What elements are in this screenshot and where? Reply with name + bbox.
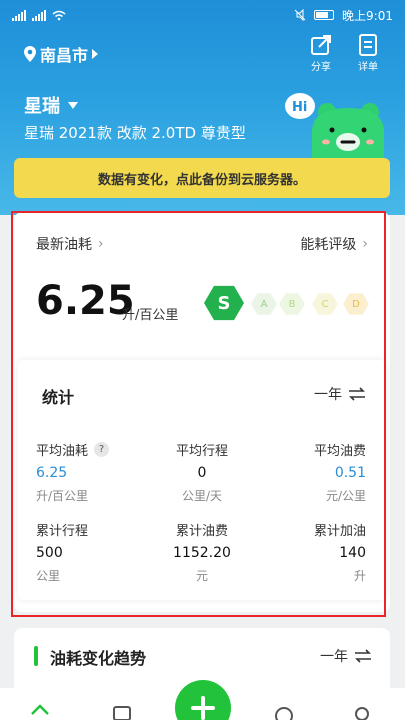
stat-value: 0 bbox=[197, 465, 207, 481]
stat-unit: 公里/天 bbox=[181, 489, 223, 503]
statistics-title: 统计 bbox=[42, 388, 75, 407]
grade-c: C bbox=[312, 293, 338, 315]
top-bar: 南昌市 分享 详单 bbox=[0, 30, 405, 76]
location-pin-icon bbox=[24, 46, 36, 62]
detail-label: 详单 bbox=[358, 62, 378, 73]
car-name: 星瑞 bbox=[24, 96, 60, 117]
grade-badge-b: B bbox=[279, 292, 305, 316]
stat-label: 累计油费 bbox=[175, 524, 228, 539]
latest-fuel-link[interactable]: 最新油耗 › bbox=[36, 234, 104, 254]
records-icon[interactable] bbox=[112, 704, 132, 720]
detail-button[interactable]: 详单 bbox=[348, 34, 388, 73]
backup-banner[interactable]: 数据有变化，点此备份到云服务器。 bbox=[14, 158, 390, 198]
statistics-period-label: 一年 bbox=[314, 387, 342, 403]
battery-icon bbox=[314, 10, 335, 20]
status-time: 晚上9:01 bbox=[342, 8, 393, 23]
stat-avg-fuel: 平均油耗? 6.25 升/百公里 bbox=[36, 440, 156, 504]
trend-period-label: 一年 bbox=[320, 649, 348, 665]
grade-a: A bbox=[251, 293, 277, 315]
stat-avg-trip: 平均行程 0 公里/天 bbox=[142, 440, 262, 504]
stat-unit: 公里 bbox=[36, 569, 61, 583]
stat-total-cost: 累计油费 1152.20 元 bbox=[142, 520, 262, 584]
stat-label: 累计行程 bbox=[36, 524, 89, 539]
caret-down-icon bbox=[68, 101, 78, 109]
home-icon[interactable] bbox=[30, 704, 50, 720]
latest-fuel-unit: 升/百公里 bbox=[122, 308, 179, 323]
stat-total-fuel: 累计加油 140 升 bbox=[246, 520, 366, 584]
stat-unit: 升/百公里 bbox=[36, 489, 89, 503]
grade-badge-a: A bbox=[251, 292, 277, 316]
stat-unit: 升 bbox=[353, 569, 366, 583]
backup-banner-text: 数据有变化，点此备份到云服务器。 bbox=[97, 172, 306, 188]
stat-unit: 元/公里 bbox=[325, 489, 366, 503]
car-model: 星瑞 2021款 改款 2.0TD 尊贵型 bbox=[24, 124, 246, 142]
profile-icon[interactable] bbox=[352, 704, 372, 720]
signal-icon bbox=[12, 9, 26, 21]
share-icon bbox=[311, 35, 331, 55]
mascot-bear-illustration: Hi bbox=[285, 93, 384, 160]
latest-fuel-value: 6.25 bbox=[36, 278, 135, 324]
share-button[interactable]: 分享 bbox=[301, 34, 341, 73]
grade-badge-c: C bbox=[312, 292, 338, 316]
grade-s: S bbox=[204, 285, 244, 321]
city-name: 南昌市 bbox=[40, 46, 89, 65]
mascot-greeting: Hi bbox=[292, 100, 307, 115]
signal-icon-2 bbox=[32, 9, 46, 21]
stat-label: 平均油耗 bbox=[36, 444, 89, 459]
stat-label: 累计加油 bbox=[313, 524, 366, 539]
car-selector[interactable]: 星瑞 bbox=[24, 92, 78, 118]
stat-value: 140 bbox=[339, 545, 366, 561]
mute-icon bbox=[294, 9, 306, 21]
section-accent-bar bbox=[34, 646, 38, 666]
plus-icon bbox=[191, 696, 215, 720]
energy-rating-label: 能耗评级 bbox=[300, 237, 357, 253]
list-document-icon bbox=[359, 34, 377, 56]
grade-d: D bbox=[343, 293, 369, 315]
swap-arrows-icon bbox=[355, 649, 371, 663]
stat-label: 平均行程 bbox=[175, 444, 228, 459]
stat-value: 1152.20 bbox=[173, 545, 231, 561]
stat-avg-cost: 平均油费 0.51 元/公里 bbox=[246, 440, 366, 504]
status-bar: 晚上9:01 bbox=[0, 0, 405, 30]
share-label: 分享 bbox=[311, 62, 331, 73]
help-icon[interactable]: ? bbox=[94, 442, 110, 457]
stat-value: 6.25 bbox=[36, 465, 68, 481]
city-selector[interactable]: 南昌市 bbox=[24, 42, 99, 66]
fuel-trend-card: 油耗变化趋势 一年 bbox=[14, 628, 390, 688]
wifi-icon bbox=[52, 10, 66, 20]
swap-arrows-icon bbox=[349, 387, 365, 401]
stat-total-distance: 累计行程 500 公里 bbox=[36, 520, 156, 584]
grade-badge-s: S bbox=[204, 284, 244, 322]
stat-value: 0.51 bbox=[334, 465, 366, 481]
fuel-summary-card: 最新油耗 › 能耗评级 › 6.25 升/百公里 S A B C D 统计 一年… bbox=[14, 212, 390, 612]
statistics-period-toggle[interactable]: 一年 bbox=[314, 384, 366, 404]
grade-badge-d: D bbox=[343, 292, 369, 316]
stat-value: 500 bbox=[36, 545, 63, 561]
trend-period-toggle[interactable]: 一年 bbox=[320, 646, 372, 666]
grade-b: B bbox=[279, 293, 305, 315]
stat-unit: 元 bbox=[195, 569, 208, 583]
energy-rating-link[interactable]: 能耗评级 › bbox=[300, 234, 368, 254]
latest-fuel-label: 最新油耗 bbox=[36, 237, 92, 253]
chevron-right-icon: › bbox=[362, 236, 368, 252]
statistics-panel: 统计 一年 平均油耗? 6.25 升/百公里 平均行程 0 公里/天 平均油费 … bbox=[18, 360, 386, 600]
fuel-trend-title: 油耗变化趋势 bbox=[50, 649, 147, 668]
chevron-right-icon: › bbox=[98, 236, 104, 252]
stat-label: 平均油费 bbox=[313, 444, 366, 459]
discover-icon[interactable] bbox=[274, 704, 294, 720]
caret-right-icon bbox=[92, 49, 99, 59]
